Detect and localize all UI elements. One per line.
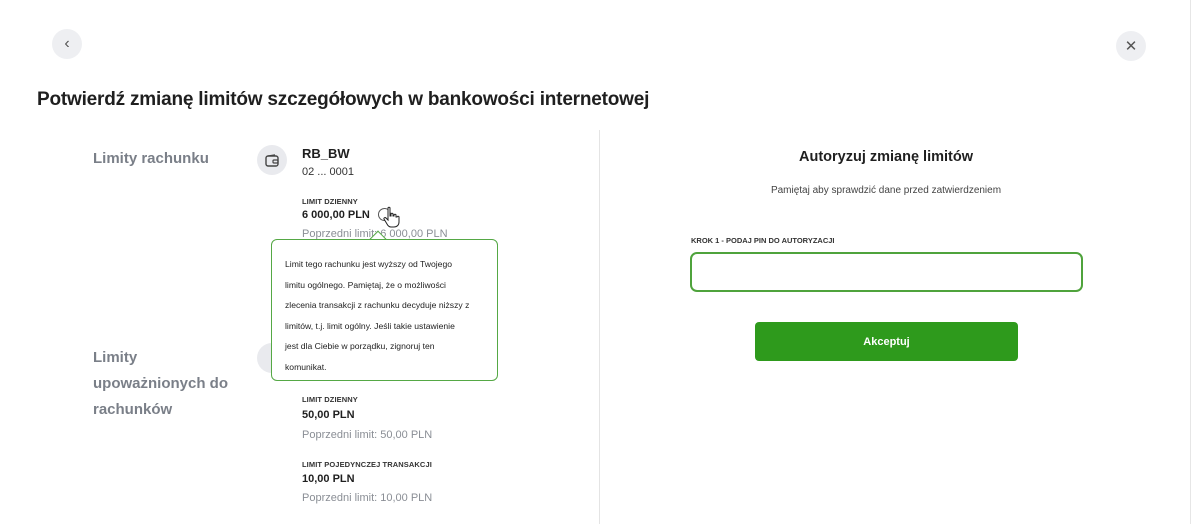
hand-cursor-icon — [383, 206, 400, 228]
auth-daily-limit-label: LIMIT DZIENNY — [302, 395, 358, 404]
single-transaction-limit-label: LIMIT POJEDYNCZEJ TRANSAKCJI — [302, 460, 432, 469]
tooltip-line: jest dla Ciebie w porządku, zignoruj ten — [285, 341, 435, 351]
accept-button[interactable]: Akceptuj — [755, 322, 1018, 361]
account-number: 02 ... 0001 — [302, 166, 354, 178]
authorized-limits-label: Limity upoważnionych do rachunków — [93, 349, 228, 418]
tooltip-line: limitu ogólnego. Pamiętaj, że o możliwoś… — [285, 279, 446, 290]
close-button[interactable]: ✕ — [1116, 31, 1146, 61]
chevron-left-icon: ‹ — [64, 35, 70, 52]
close-icon: ✕ — [1124, 38, 1138, 55]
page-title: Potwierdź zmianę limitów szczegółowych w… — [37, 89, 650, 110]
daily-limit-value: 6 000,00 PLN — [302, 209, 370, 221]
single-transaction-limit-value: 10,00 PLN — [302, 473, 355, 485]
account-name: RB_BW — [302, 146, 350, 161]
pin-input[interactable] — [690, 252, 1083, 292]
wallet-icon — [257, 145, 287, 175]
daily-limit-label: LIMIT DZIENNY — [302, 197, 358, 206]
back-button[interactable]: ‹ — [52, 29, 82, 59]
auth-daily-previous: Poprzedni limit: 50,00 PLN — [302, 429, 433, 441]
tooltip-line: Limit tego rachunku jest wyższy od Twoje… — [285, 259, 453, 269]
auth-daily-limit-value: 50,00 PLN — [302, 409, 355, 421]
tooltip-line: zlecenia transakcji z rachunku decyduje … — [285, 300, 470, 310]
tooltip-line: komunikat. — [285, 361, 327, 372]
account-limits-label: Limity rachunku — [93, 150, 209, 167]
tooltip-line: limitów, t.j. limit ogólny. Jeśli takie … — [285, 320, 455, 331]
limit-warning-tooltip: Limit tego rachunku jest wyższy od Twoje… — [271, 239, 498, 381]
authorization-subtitle: Pamiętaj aby sprawdzić dane przed zatwie… — [770, 185, 1002, 196]
single-transaction-previous: Poprzedni limit: 10,00 PLN — [302, 492, 433, 504]
pin-label: KROK 1 - PODAJ PIN DO AUTORYZACJI — [691, 236, 835, 245]
authorization-title: Autoryzuj zmianę limitów — [798, 149, 973, 165]
